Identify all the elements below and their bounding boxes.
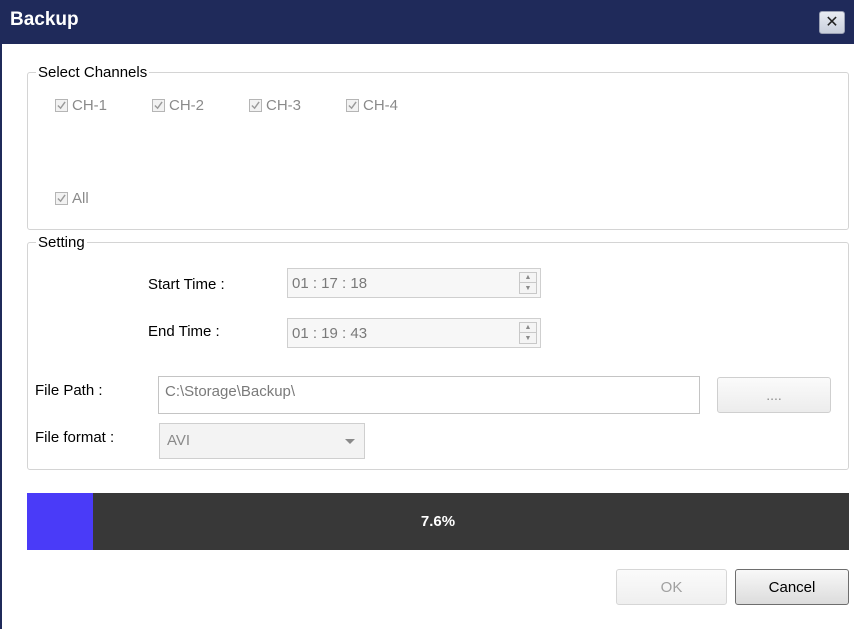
select-channels-group: Select Channels — [27, 64, 849, 230]
file-format-label: File format : — [35, 429, 115, 446]
file-path-input[interactable]: C:\Storage\Backup\ — [158, 376, 700, 414]
close-icon: ✕ — [825, 13, 839, 31]
start-time-value: 01 : 17 : 18 — [292, 275, 368, 292]
end-time-spinner[interactable]: ▲ ▼ — [519, 322, 537, 344]
ok-button[interactable]: OK — [616, 569, 727, 605]
file-format-value: AVI — [167, 432, 191, 449]
start-time-label: Start Time : — [148, 276, 225, 293]
file-format-select[interactable]: AVI — [159, 423, 365, 459]
end-time-label: End Time : — [148, 323, 220, 340]
spin-up-icon[interactable]: ▲ — [520, 273, 536, 283]
cancel-button[interactable]: Cancel — [735, 569, 849, 605]
channel-label: CH-3 — [266, 97, 302, 114]
check-icon — [249, 99, 262, 112]
start-time-spinner[interactable]: ▲ ▼ — [519, 272, 537, 294]
spin-down-icon[interactable]: ▼ — [520, 333, 536, 343]
chevron-down-icon — [345, 439, 355, 444]
backup-dialog: Backup ✕ Select Channels CH-1 CH-2 CH-3 … — [0, 0, 854, 629]
channel-label: CH-1 — [72, 97, 108, 114]
check-icon — [55, 99, 68, 112]
channel-checkbox-ch3[interactable]: CH-3 — [249, 97, 301, 114]
spin-up-icon[interactable]: ▲ — [520, 323, 536, 333]
all-channels-checkbox[interactable]: All — [55, 190, 89, 207]
end-time-spinbox[interactable]: 01 : 19 : 43 ▲ ▼ — [287, 318, 541, 348]
channel-checkbox-ch1[interactable]: CH-1 — [55, 97, 107, 114]
check-icon — [152, 99, 165, 112]
browse-button[interactable]: .... — [717, 377, 831, 413]
start-time-spinbox[interactable]: 01 : 17 : 18 ▲ ▼ — [287, 268, 541, 298]
end-time-value: 01 : 19 : 43 — [292, 325, 368, 342]
dialog-title: Backup — [10, 9, 79, 30]
spin-down-icon[interactable]: ▼ — [520, 283, 536, 293]
channel-label: CH-4 — [363, 97, 399, 114]
progress-percent: 7.6% — [420, 513, 456, 530]
channel-checkbox-ch4[interactable]: CH-4 — [346, 97, 398, 114]
check-icon — [346, 99, 359, 112]
backup-progress-bar: 7.6% — [27, 493, 849, 550]
file-path-label: File Path : — [35, 382, 103, 399]
check-icon — [55, 192, 68, 205]
channel-label: CH-2 — [169, 97, 205, 114]
channel-checkbox-ch2[interactable]: CH-2 — [152, 97, 204, 114]
close-button[interactable]: ✕ — [819, 11, 845, 34]
all-label: All — [72, 190, 89, 207]
setting-legend: Setting — [38, 234, 85, 251]
select-channels-legend: Select Channels — [38, 64, 148, 81]
title-bar[interactable]: Backup ✕ — [2, 0, 854, 44]
